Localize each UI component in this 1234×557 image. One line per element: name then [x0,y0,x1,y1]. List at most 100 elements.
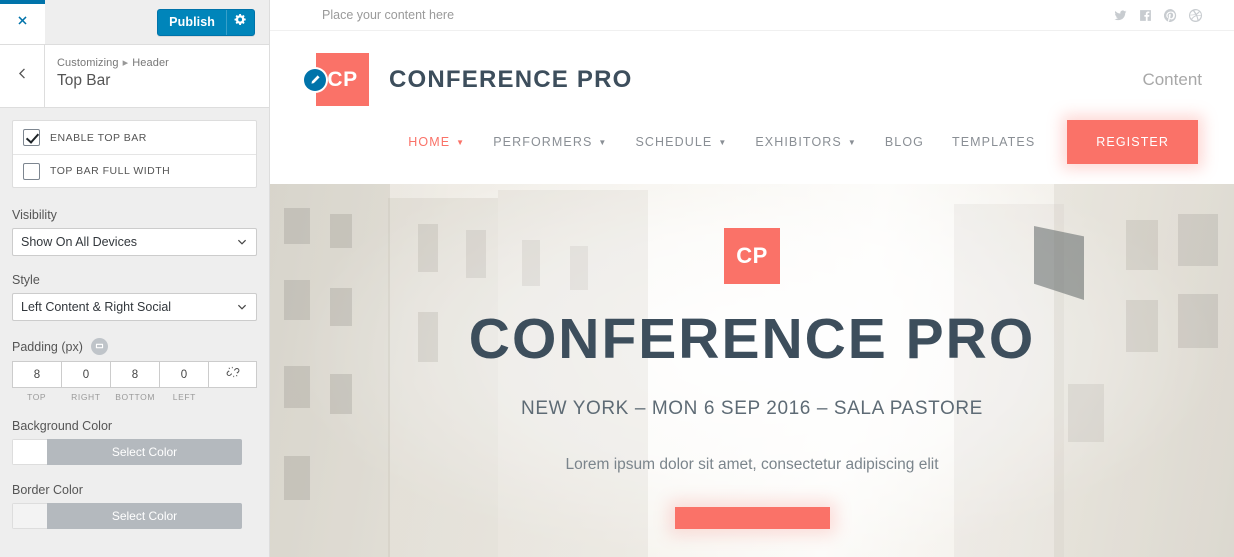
customizer-sidebar: Publish Customizing ▸ Header Top Bar ENA… [0,0,270,557]
chevron-down-icon: ▼ [718,137,728,147]
visibility-select[interactable]: Show On All Devices [12,228,257,256]
checkbox-label: ENABLE TOP BAR [50,131,147,144]
page-title: Top Bar [57,72,111,89]
nav-label: EXHIBITORS [755,135,842,149]
site-preview: Place your content here CP CONFERENCE PR… [270,0,1234,557]
padding-header: Padding (px) [12,338,257,355]
top-bar-content-text: Place your content here [322,8,455,22]
customizer-titles: Customizing ▸ Header Top Bar [45,45,169,107]
padding-top-input[interactable]: 8 [12,361,62,388]
checkbox-enable-top-bar[interactable]: ENABLE TOP BAR [13,121,256,154]
toggle-group: ENABLE TOP BAR TOP BAR FULL WIDTH [12,120,257,188]
broken-link-icon [226,365,240,384]
twitter-icon[interactable] [1114,9,1127,22]
hero-content: CP CONFERENCE PRO NEW YORK – MON 6 SEP 2… [270,184,1234,557]
visibility-field: Visibility Show On All Devices [12,208,257,256]
background-select-color-button[interactable]: Select Color [47,439,242,465]
back-button[interactable] [0,45,45,107]
hero-section: CP CONFERENCE PRO NEW YORK – MON 6 SEP 2… [270,184,1234,557]
border-select-color-button[interactable]: Select Color [47,503,242,529]
background-color-picker[interactable]: Select Color [12,439,242,465]
site-header: CP CONFERENCE PRO Content HOME ▼ PERFORM… [270,31,1234,184]
background-color-field: Background Color Select Color [12,419,257,465]
padding-field: Padding (px) 8 0 8 0 TOP RIGHT BOTTOM LE… [12,338,257,402]
publish-button[interactable]: Publish [157,8,255,36]
chevron-down-icon: ▼ [847,137,857,147]
dribbble-icon[interactable] [1189,8,1202,22]
checkbox-top-bar-full-width[interactable]: TOP BAR FULL WIDTH [13,154,256,187]
padding-label-bottom: BOTTOM [115,392,156,402]
brand-row: CP CONFERENCE PRO Content [292,31,1202,106]
nav-item-schedule[interactable]: SCHEDULE ▼ [635,135,727,149]
breadcrumb-root: Customizing [57,57,119,69]
nav-item-home[interactable]: HOME ▼ [408,135,465,149]
chevron-down-icon [236,236,248,248]
facebook-icon[interactable] [1139,9,1152,22]
breadcrumb-separator: ▸ [122,57,129,69]
chevron-left-icon [16,67,29,85]
style-label: Style [12,273,40,287]
top-bar-social-links [1114,8,1202,22]
hero-title: CONFERENCE PRO [468,307,1036,371]
hero-subtitle: NEW YORK – MON 6 SEP 2016 – SALA PASTORE [521,398,983,419]
chevron-down-icon [236,301,248,313]
customizer-toolbar: Publish [0,0,269,45]
border-color-label: Border Color [12,483,83,497]
padding-label: Padding (px) [12,339,83,354]
register-button[interactable]: REGISTER [1067,120,1198,164]
visibility-value: Show On All Devices [21,235,138,249]
hero-description: Lorem ipsum dolor sit amet, consectetur … [565,456,939,473]
customizer-actions: Publish [45,0,269,44]
nav-item-exhibitors[interactable]: EXHIBITORS ▼ [755,135,857,149]
customizer-section-header: Customizing ▸ Header Top Bar [0,45,269,108]
close-customizer-button[interactable] [0,0,45,44]
checkbox-checked-icon[interactable] [23,129,40,146]
padding-label-right: RIGHT [71,392,101,402]
padding-label-left: LEFT [172,392,196,402]
responsive-device-icon[interactable] [90,338,108,355]
header-content-slot: Content [1142,69,1202,89]
pinterest-icon[interactable] [1164,8,1177,22]
padding-side-labels: TOP RIGHT BOTTOM LEFT [12,392,257,402]
style-value: Left Content & Right Social [21,300,172,314]
nav-label: HOME [408,135,451,149]
close-icon [15,14,30,34]
style-select[interactable]: Left Content & Right Social [12,293,257,321]
padding-bottom-input[interactable]: 8 [111,361,160,388]
nav-label: SCHEDULE [635,135,713,149]
customizer-controls: ENABLE TOP BAR TOP BAR FULL WIDTH Visibi… [0,108,269,529]
padding-inputs: 8 0 8 0 [12,361,257,388]
padding-label-top: TOP [27,392,47,402]
nav-label: BLOG [884,135,924,149]
breadcrumb: Customizing ▸ Header [57,56,169,69]
padding-link-toggle-button[interactable] [209,361,257,388]
site-title: CONFERENCE PRO [389,65,633,93]
hero-cta-button[interactable] [674,507,830,529]
checkbox-label: TOP BAR FULL WIDTH [50,165,171,177]
nav-item-blog[interactable]: BLOG [885,135,924,149]
padding-left-input[interactable]: 0 [160,361,209,388]
breadcrumb-section: Header [132,57,169,69]
border-color-field: Border Color Select Color [12,483,257,529]
edit-shortcut-pencil-icon[interactable] [304,68,326,91]
style-field: Style Left Content & Right Social [12,273,257,321]
padding-right-input[interactable]: 0 [62,361,111,388]
nav-label: TEMPLATES [952,135,1036,149]
primary-navigation: HOME ▼ PERFORMERS ▼ SCHEDULE ▼ EXHIBITOR… [292,120,1202,164]
visibility-label: Visibility [12,208,57,222]
chevron-down-icon: ▼ [456,137,466,147]
border-color-picker[interactable]: Select Color [12,503,242,529]
gear-icon [234,13,247,31]
background-color-label: Background Color [12,419,113,433]
site-top-bar: Place your content here [270,0,1234,31]
background-color-swatch[interactable] [12,439,47,465]
border-color-swatch[interactable] [12,503,47,529]
nav-item-templates[interactable]: TEMPLATES [952,135,1035,149]
publish-label: Publish [169,15,215,29]
nav-label: PERFORMERS [493,135,593,149]
publish-settings-button[interactable] [226,9,254,35]
checkbox-unchecked-icon[interactable] [23,162,40,180]
customizer-screen: Publish Customizing ▸ Header Top Bar ENA… [0,0,1234,557]
nav-item-performers[interactable]: PERFORMERS ▼ [493,135,607,149]
hero-logo: CP [724,228,780,284]
